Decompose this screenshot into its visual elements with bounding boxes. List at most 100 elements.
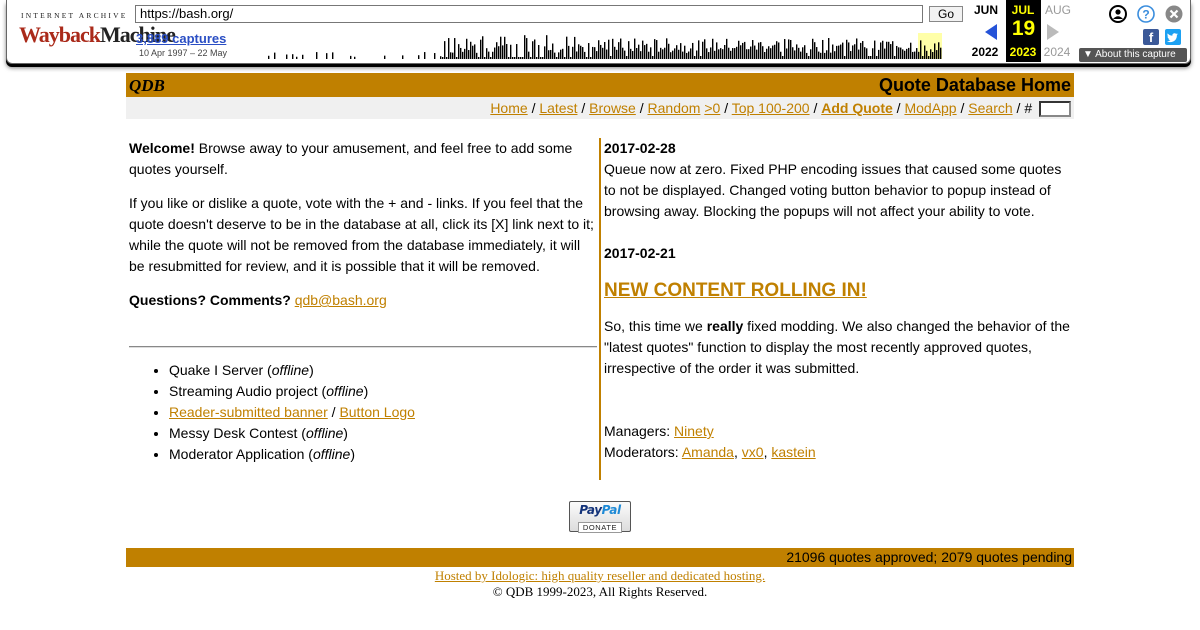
capture-bar [494, 47, 496, 59]
user-icon[interactable] [1109, 5, 1127, 23]
about-capture-button[interactable]: ▼ About this capture [1079, 48, 1187, 62]
nav-home-link[interactable]: Home [490, 100, 527, 116]
banner-link[interactable]: Reader-submitted banner [169, 404, 328, 420]
capture-bar [752, 40, 754, 59]
twitter-icon[interactable] [1165, 29, 1181, 45]
capture-bar [452, 52, 454, 59]
nav-add-quote-link[interactable]: Add Quote [821, 100, 893, 116]
help-icon[interactable]: ? [1137, 5, 1155, 23]
capture-bar [630, 48, 632, 59]
capture-bar [548, 50, 550, 59]
list-item: Streaming Audio project (offline) [169, 381, 597, 402]
contact-line: Questions? Comments? qdb@bash.org [129, 292, 387, 308]
nav-latest-link[interactable]: Latest [539, 100, 577, 116]
capture-bar [528, 51, 530, 59]
capture-bar [862, 41, 864, 59]
capture-bar [820, 52, 822, 59]
nav-browse-link[interactable]: Browse [589, 100, 636, 116]
capture-bar [832, 44, 834, 59]
capture-bar [804, 45, 806, 59]
moderator-link[interactable]: Amanda [682, 444, 734, 460]
contact-email-link[interactable]: qdb@bash.org [295, 292, 387, 308]
capture-bar [728, 47, 730, 59]
moderator-link[interactable]: vx0 [742, 444, 764, 460]
qdb-logo[interactable]: QDB [129, 76, 165, 96]
capture-bar [584, 51, 586, 59]
capture-bar [710, 47, 712, 59]
wayback-logo[interactable]: INTERNET ARCHIVE WaybackMachine [19, 8, 176, 56]
capture-bar [858, 49, 860, 59]
wayback-url-input[interactable]: https://bash.org/ [135, 5, 923, 23]
capture-bar [564, 57, 566, 59]
capture-bar [824, 52, 826, 59]
quote-number-input[interactable] [1039, 101, 1071, 118]
capture-bar [526, 38, 528, 59]
capture-bar [850, 51, 852, 59]
capture-bar [932, 52, 934, 59]
news-heading-link[interactable]: NEW CONTENT ROLLING IN! [604, 280, 867, 301]
nav-random-gt0-link[interactable]: >0 [704, 100, 720, 116]
capture-bar [484, 57, 486, 59]
hosting-link[interactable]: Hosted by Idologic: high quality reselle… [435, 568, 765, 583]
capture-bar [534, 39, 536, 59]
capture-bar [822, 39, 824, 59]
capture-bar [588, 43, 590, 59]
moderator-link[interactable]: kastein [771, 444, 815, 460]
capture-bar [732, 48, 734, 59]
capture-sparkline[interactable] [262, 31, 942, 59]
next-arrow-icon [1047, 24, 1059, 40]
capture-bar [770, 48, 772, 59]
capture-bar [692, 42, 694, 59]
capture-bar [868, 56, 870, 59]
capture-bar [556, 57, 558, 59]
capture-bar [554, 52, 556, 59]
capture-bar [530, 57, 532, 59]
qdb-page: QDB Quote Database Home Home / Latest / … [126, 73, 1074, 599]
capture-bar [662, 49, 664, 59]
capture-bar [274, 52, 276, 59]
nav-modapp-link[interactable]: ModApp [904, 100, 956, 116]
capture-bar [922, 56, 924, 59]
capture-bar [812, 38, 814, 59]
nav-top-link[interactable]: Top 100-200 [732, 100, 810, 116]
capture-bar [782, 56, 784, 59]
capture-bar [674, 48, 676, 59]
wayback-go-button[interactable]: Go [929, 6, 963, 22]
paypal-donate-button[interactable]: PayPal DONATE [569, 501, 631, 533]
capture-bar [620, 38, 622, 59]
capture-bar [442, 57, 444, 59]
prev-arrow-icon[interactable] [985, 24, 997, 40]
nav-random-link[interactable]: Random [648, 100, 701, 116]
capture-bar [518, 57, 520, 59]
capture-bar [902, 49, 904, 59]
nav-search-link[interactable]: Search [968, 100, 1012, 116]
column-divider [599, 138, 601, 480]
button-logo-link[interactable]: Button Logo [339, 404, 415, 420]
capture-bar [444, 41, 446, 59]
capture-bar [646, 43, 648, 59]
capture-bar [760, 42, 762, 59]
captures-link[interactable]: 3,889 captures [136, 31, 226, 46]
capture-bar [860, 42, 862, 59]
capture-bar [756, 49, 758, 59]
capture-bar [574, 36, 576, 59]
capture-bar [384, 55, 386, 59]
capture-bar [316, 52, 318, 59]
manager-link[interactable]: Ninety [674, 423, 714, 439]
capture-bar [586, 57, 588, 59]
capture-bar [576, 51, 578, 59]
prev-month-label[interactable]: JUN [969, 3, 1003, 17]
news-body: Queue now at zero. Fixed PHP encoding is… [604, 161, 1062, 219]
capture-bar [606, 49, 608, 59]
capture-bar [268, 55, 270, 59]
prev-year-label[interactable]: 2022 [965, 45, 1005, 59]
capture-bar [758, 42, 760, 59]
facebook-icon[interactable]: f [1143, 29, 1159, 45]
close-icon[interactable] [1165, 5, 1183, 23]
capture-bar [488, 51, 490, 59]
capture-bar [558, 52, 560, 59]
capture-bar [778, 42, 780, 59]
capture-bar [798, 47, 800, 59]
capture-bar [514, 57, 516, 59]
capture-bar [568, 45, 570, 59]
